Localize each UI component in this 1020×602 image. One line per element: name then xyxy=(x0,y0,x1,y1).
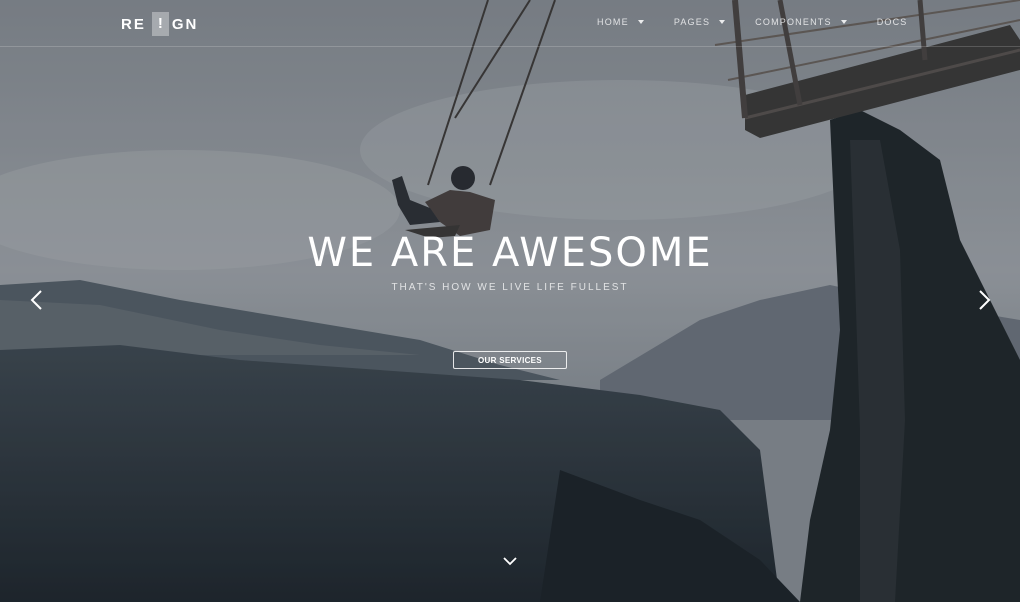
nav-item-label: DOCS xyxy=(876,17,908,27)
nav-item-pages[interactable]: PAGES xyxy=(673,17,726,27)
nav-item-label: COMPONENTS xyxy=(755,17,832,27)
brand-logo[interactable]: RE! GN xyxy=(121,12,199,36)
main-nav: HOME PAGES COMPONENTS DOCS xyxy=(597,17,938,27)
hero-headline: WE ARE AWESOME xyxy=(307,230,713,276)
chevron-left-icon[interactable] xyxy=(28,288,46,312)
brand-logo-right: GN xyxy=(171,15,199,33)
brand-logo-mark: ! xyxy=(151,12,169,36)
hero-overlay xyxy=(0,0,1020,602)
chevron-right-icon[interactable] xyxy=(975,288,993,312)
chevron-down-icon[interactable] xyxy=(502,554,518,568)
chevron-down-icon xyxy=(637,20,644,24)
nav-item-docs[interactable]: DOCS xyxy=(877,17,908,27)
our-services-button[interactable]: OUR SERVICES xyxy=(453,351,567,369)
hero-slider xyxy=(0,0,1020,602)
brand-logo-left: RE xyxy=(121,15,146,33)
nav-item-components[interactable]: COMPONENTS xyxy=(755,17,847,27)
nav-item-label: PAGES xyxy=(673,17,711,27)
nav-item-home[interactable]: HOME xyxy=(597,17,644,27)
chevron-down-icon xyxy=(840,20,847,24)
nav-item-label: HOME xyxy=(597,17,629,27)
top-navbar: RE! GN HOME PAGES COMPONENTS DOCS xyxy=(0,0,1020,47)
hero-subtitle: THAT'S HOW WE LIVE LIFE FULLEST xyxy=(391,282,629,293)
chevron-down-icon xyxy=(719,20,726,24)
